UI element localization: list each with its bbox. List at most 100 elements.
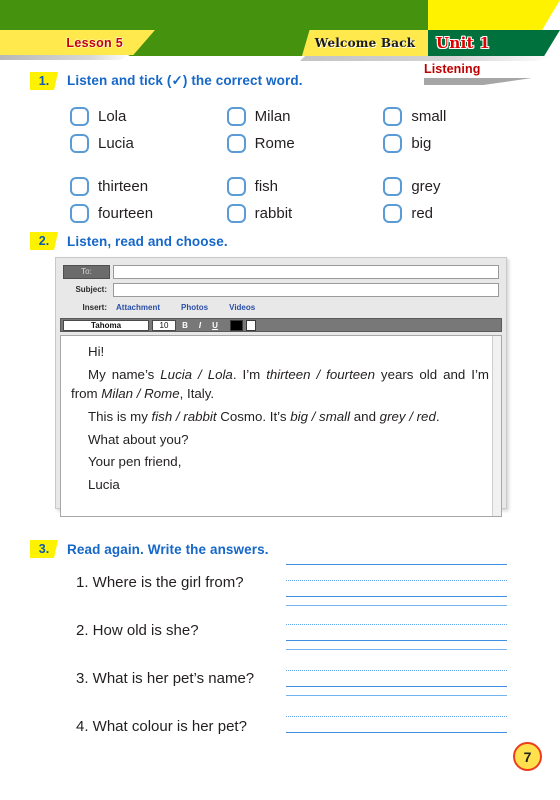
welcome-back-tab: Welcome Back [302,30,428,56]
bold-button[interactable]: B [179,320,191,331]
exercise-1-options: Lola Milan small Lucia Rome big thirteen… [70,103,540,227]
question-text: 1. Where is the girl from? [76,574,244,591]
checkbox-icon[interactable] [226,177,246,196]
font-family-select[interactable]: Tahoma [63,319,149,331]
lesson-tab-label: Lesson 5 [66,35,123,50]
italic-button[interactable]: I [194,320,206,331]
checkbox-icon[interactable] [70,177,89,196]
underline-button[interactable]: U [209,320,221,331]
welcome-back-label: Welcome Back [314,36,416,50]
checkbox-icon[interactable] [383,204,403,223]
email-body-scrollbar[interactable] [492,336,501,516]
page-number-badge: 7 [513,742,542,771]
email-to-row: To: [63,264,499,279]
checkbox-icon[interactable] [70,134,89,153]
option-thirteen[interactable]: thirteen [70,177,227,196]
answer-line-baseline [286,605,507,606]
answer-lines[interactable] [286,704,507,752]
answer-line-dotted [286,580,507,581]
email-header-fields: To: Subject: Insert: Attachment Photos V… [60,262,502,315]
answer-line-solid [286,686,507,687]
skill-wedge-icon [424,78,532,85]
insert-photos-link[interactable]: Photos [181,303,208,312]
checkbox-icon[interactable] [226,204,246,223]
exercise-1-title: Listen and tick (✓) the correct word. [67,73,303,88]
p2-text-d: . [435,408,440,424]
p1-choice-city[interactable]: Milan / Rome [101,386,179,401]
option-fish[interactable]: fish [226,177,384,196]
highlight-color-swatch[interactable] [246,319,256,331]
checkbox-icon[interactable] [383,107,403,126]
font-size-select[interactable]: 10 [152,319,176,331]
checkbox-icon[interactable] [383,177,403,196]
answer-line-solid [286,732,507,733]
p1-choice-age[interactable]: thirteen / fourteen [266,367,375,382]
lesson-tab: Lesson 5 [0,30,155,55]
answer-line-dotted [286,716,507,717]
answer-lines[interactable] [286,656,507,704]
option-label: grey [411,178,441,195]
answer-line-baseline [286,695,507,696]
option-label: fish [254,178,279,195]
worksheet-page: Lesson 5 Welcome Back Unit 1 Listening 1… [0,0,560,800]
p2-text-b: Cosmo. It’s [216,408,291,424]
skill-label: Listening [424,62,481,76]
option-big[interactable]: big [383,134,540,153]
option-label: Milan [254,108,291,125]
header-yellow-corner [428,0,560,31]
option-label: big [411,135,432,152]
option-grey[interactable]: grey [383,177,540,196]
option-lucia[interactable]: Lucia [70,134,227,153]
insert-label: Insert: [82,303,107,312]
exercise-1-heading: 1. Listen and tick (✓) the correct word. [30,72,303,90]
checkbox-icon[interactable] [226,134,246,153]
option-small[interactable]: small [383,107,540,126]
p2-choice-colour[interactable]: grey / red [380,409,436,424]
option-label: small [411,108,447,125]
checkbox-icon[interactable] [70,107,89,126]
subject-input[interactable] [113,282,499,297]
option-row: Lola Milan small [70,103,540,130]
to-button[interactable]: To: [63,264,110,279]
subject-label: Subject: [75,285,107,294]
answer-lines[interactable] [286,608,507,656]
p1-choice-name[interactable]: Lucia / Lola [160,367,233,382]
lesson-tab-shadow [0,55,130,60]
email-subject-row: Subject: [63,282,499,297]
insert-links: Attachment Photos Videos [116,303,499,312]
option-rabbit[interactable]: rabbit [226,204,384,223]
checkbox-icon[interactable] [383,134,403,153]
answer-line-dotted [286,670,507,671]
exercise-2-title: Listen, read and choose. [67,233,228,249]
answer-line-solid [286,640,507,641]
answer-lines[interactable] [286,560,507,608]
option-rome[interactable]: Rome [226,134,384,153]
exercise-2-heading: 2. Listen, read and choose. [30,232,228,250]
option-milan[interactable]: Milan [226,107,384,126]
exercise-1-number: 1. [30,72,58,90]
email-body[interactable]: Hi! My name’s Lucia / Lola. I’m thirteen… [60,335,502,517]
option-lola[interactable]: Lola [70,107,227,126]
option-label: fourteen [98,205,154,222]
question-text: 3. What is her pet’s name? [76,670,255,687]
insert-videos-link[interactable]: Videos [229,303,255,312]
email-signoff-line: Your pen friend, [88,454,182,470]
p1-text-b: . I’m [232,366,267,382]
question-text: 2. How old is she? [76,622,199,639]
email-sender-name: Lucia [88,477,120,493]
to-input[interactable] [113,264,499,279]
text-color-swatch[interactable] [230,319,243,331]
skill-badge: Listening [424,62,544,85]
answer-line-solid [286,564,507,565]
question-item: 2. How old is she? [0,608,560,656]
option-row: Lucia Rome big [70,130,540,157]
checkbox-icon[interactable] [226,107,246,126]
insert-attachment-link[interactable]: Attachment [116,303,160,312]
p2-choice-size[interactable]: big / small [290,409,350,424]
option-fourteen[interactable]: fourteen [70,204,227,223]
p2-choice-pet[interactable]: fish / rabbit [152,409,217,424]
checkbox-icon[interactable] [70,204,89,223]
question-item: 1. Where is the girl from? [0,560,560,608]
question-item: 3. What is her pet’s name? [0,656,560,704]
option-red[interactable]: red [383,204,540,223]
